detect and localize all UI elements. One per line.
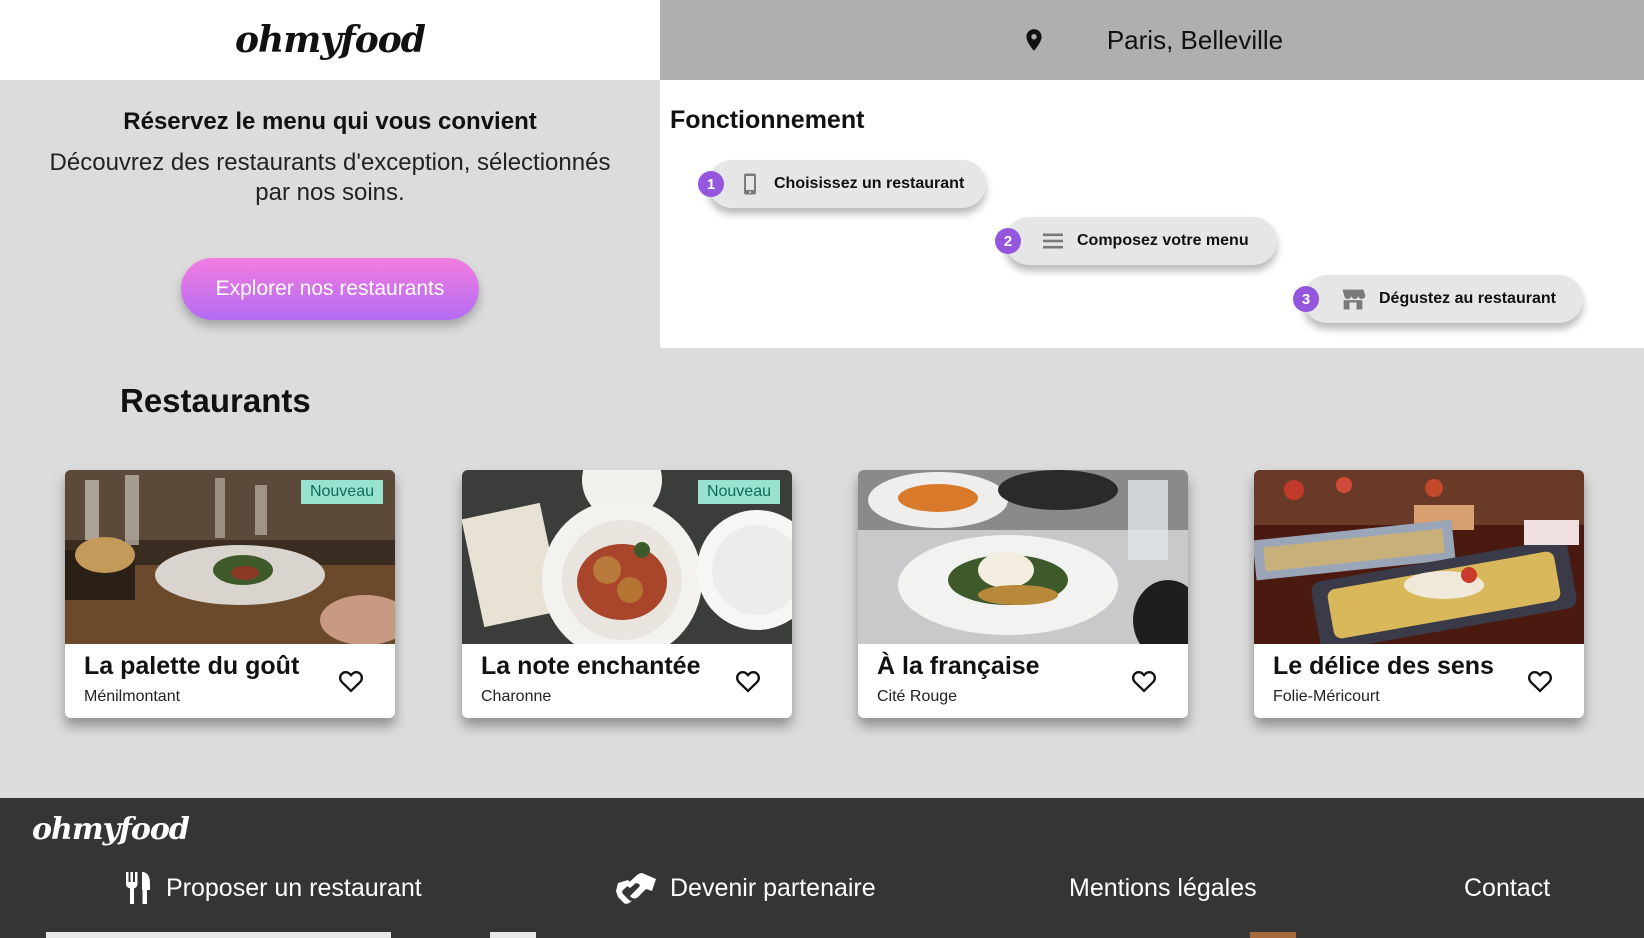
utensils-icon bbox=[126, 872, 150, 904]
restaurant-photo bbox=[858, 470, 1188, 644]
restaurant-name: Le délice des sens bbox=[1273, 652, 1494, 680]
restaurant-area: Cité Rouge bbox=[877, 688, 958, 705]
location-bar: Paris, Belleville bbox=[660, 0, 1644, 80]
contact-link[interactable]: Contact bbox=[1464, 870, 1550, 906]
step-taste-restaurant: 3 Dégustez au restaurant bbox=[1293, 275, 1583, 323]
become-partner-link[interactable]: Devenir partenaire bbox=[616, 870, 876, 906]
footer: ohmyfood Proposer un restaurant Devenir … bbox=[0, 798, 1644, 938]
smartphone-icon bbox=[744, 173, 756, 195]
footer-divider bbox=[1250, 932, 1296, 938]
restaurant-card[interactable]: Nouveau La note enchantée Charonne bbox=[462, 470, 792, 718]
legal-notice-link[interactable]: Mentions légales bbox=[1069, 870, 1257, 906]
propose-restaurant-link[interactable]: Proposer un restaurant bbox=[124, 870, 422, 906]
restaurant-name: À la française bbox=[877, 652, 1040, 680]
footer-link-label: Devenir partenaire bbox=[670, 873, 876, 902]
restaurant-area: Charonne bbox=[481, 688, 552, 705]
header-logo-area: ohmyfood bbox=[0, 0, 660, 80]
footer-divider bbox=[46, 932, 391, 938]
step-number-badge: 3 bbox=[1293, 286, 1319, 312]
heart-outline-icon[interactable] bbox=[734, 667, 762, 695]
restaurant-name: La palette du goût bbox=[84, 652, 300, 680]
restaurant-area: Folie-Méricourt bbox=[1273, 688, 1380, 705]
step-label: Choisissez un restaurant bbox=[774, 175, 965, 192]
footer-divider bbox=[490, 932, 536, 938]
step-choose-restaurant: 1 Choisissez un restaurant bbox=[698, 160, 986, 208]
footer-link-label: Proposer un restaurant bbox=[166, 873, 422, 902]
heart-outline-icon[interactable] bbox=[1526, 667, 1554, 695]
step-label: Composez votre menu bbox=[1077, 232, 1249, 249]
step-number-badge: 2 bbox=[995, 228, 1021, 254]
location-label: Paris, Belleville bbox=[1106, 24, 1284, 55]
footer-link-label: Contact bbox=[1464, 873, 1551, 902]
hero-title: Réservez le menu qui vous convient bbox=[123, 108, 537, 135]
store-icon bbox=[1342, 289, 1366, 310]
new-badge: Nouveau bbox=[300, 480, 383, 504]
step-compose-menu: 2 Composez votre menu bbox=[995, 217, 1277, 265]
how-it-works-section: Fonctionnement 1 Choisissez un restauran… bbox=[660, 80, 1644, 348]
restaurant-card[interactable]: Nouveau La palette du goût Ménilmontant bbox=[65, 470, 395, 718]
hero-subtitle: Découvrez des restaurants d'exception, s… bbox=[49, 149, 611, 206]
hero-section: Réservez le menu qui vous convient Décou… bbox=[0, 80, 660, 348]
restaurant-name: La note enchantée bbox=[481, 652, 701, 680]
restaurants-title: Restaurants bbox=[120, 382, 311, 419]
map-pin-icon bbox=[1021, 27, 1047, 53]
site-logo[interactable]: ohmyfood bbox=[235, 19, 426, 61]
restaurant-card[interactable]: À la française Cité Rouge bbox=[858, 470, 1188, 718]
step-label: Dégustez au restaurant bbox=[1379, 290, 1556, 307]
restaurant-photo bbox=[1254, 470, 1584, 644]
how-it-works-title: Fonctionnement bbox=[670, 106, 865, 134]
handshake-icon bbox=[616, 873, 656, 904]
heart-outline-icon[interactable] bbox=[337, 667, 365, 695]
restaurant-area: Ménilmontant bbox=[84, 688, 181, 705]
step-number-badge: 1 bbox=[698, 171, 724, 197]
footer-logo[interactable]: ohmyfood bbox=[32, 812, 190, 847]
list-icon bbox=[1043, 233, 1063, 249]
footer-link-label: Mentions légales bbox=[1069, 873, 1257, 902]
explore-restaurants-button[interactable]: Explorer nos restaurants bbox=[181, 258, 479, 320]
heart-outline-icon[interactable] bbox=[1130, 667, 1158, 695]
restaurant-card[interactable]: Le délice des sens Folie-Méricourt bbox=[1254, 470, 1584, 718]
new-badge: Nouveau bbox=[697, 480, 780, 504]
